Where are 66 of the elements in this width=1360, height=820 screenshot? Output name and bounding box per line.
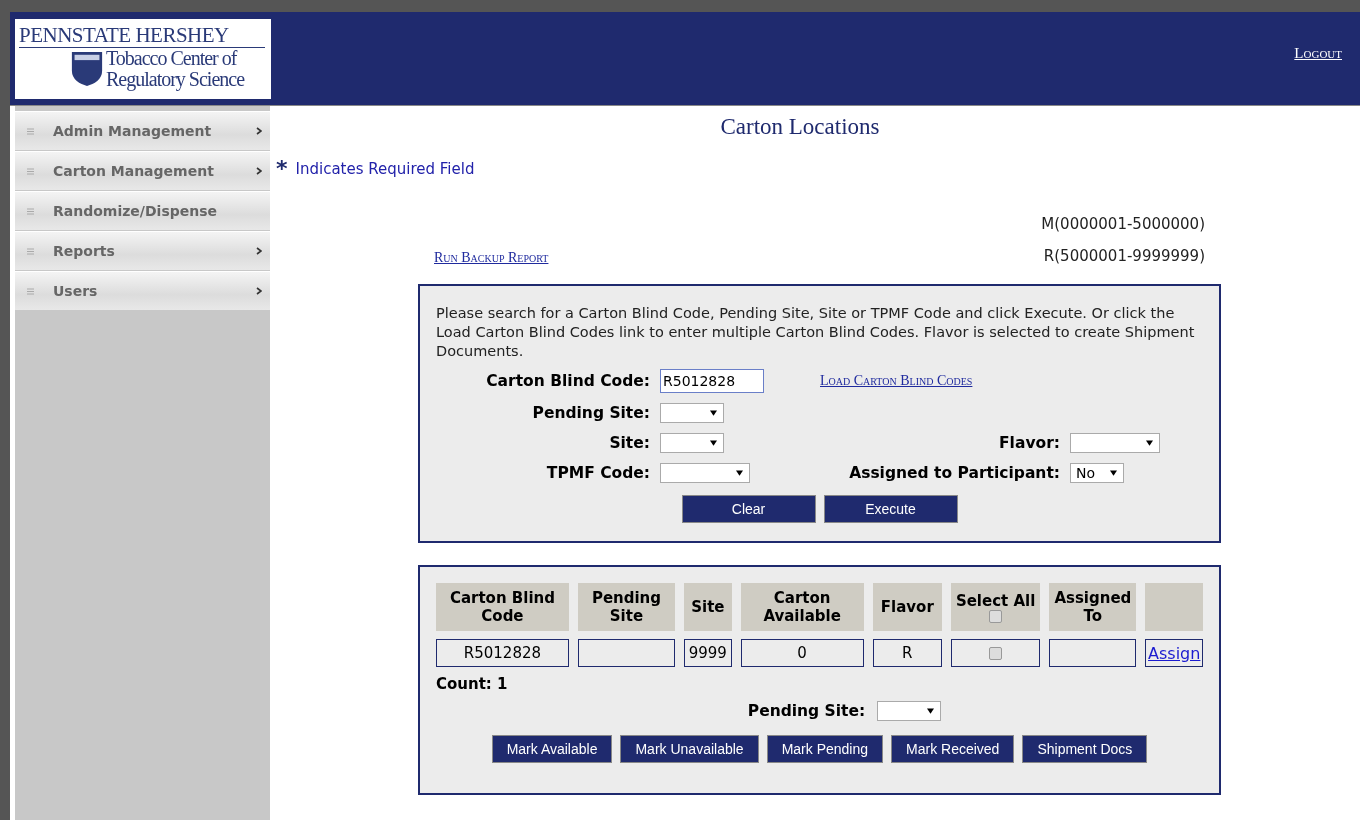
dropdown[interactable] [660, 403, 724, 423]
dropdown-arrow-icon [1110, 470, 1117, 476]
column-header: Carton Blind Code [436, 583, 569, 631]
grip-icon [27, 247, 34, 255]
action-button[interactable]: Clear [681, 495, 816, 523]
action-button[interactable]: Shipment Docs [1022, 735, 1148, 763]
column-header: Site [684, 583, 732, 631]
dropdown-arrow-icon [1146, 440, 1153, 446]
field-label: Carton Blind Code: [486, 372, 650, 390]
column-header: Pending Site [577, 583, 676, 631]
dropdown[interactable] [660, 463, 750, 483]
dropdown-arrow-icon [710, 410, 717, 416]
code-range: R(5000001-9999999) [1042, 246, 1205, 267]
sidebar-item[interactable]: Randomize/Dispense [15, 191, 270, 230]
assign-link[interactable]: Assign [1145, 639, 1203, 667]
page-title: Carton Locations [719, 114, 881, 140]
grip-icon [27, 287, 34, 295]
table-cell: R5012828 [436, 639, 569, 667]
dropdown-arrow-icon [927, 708, 935, 714]
sidebar-item[interactable]: Carton Management [15, 151, 270, 190]
sidebar-item[interactable]: Users [15, 271, 270, 310]
dropdown-arrow-icon [736, 470, 743, 476]
dropdown[interactable]: No [1070, 463, 1124, 483]
field-label: Pending Site: [747, 702, 866, 720]
logo-text: Regulatory Science [106, 68, 245, 90]
dropdown[interactable] [660, 433, 724, 453]
grip-icon [27, 127, 34, 135]
table-cell: 0 [740, 639, 864, 667]
table-cell: 9999 [684, 639, 732, 667]
load-codes-link[interactable]: Load Carton Blind Codes [820, 373, 973, 389]
field-label: TPMF Code: [546, 464, 650, 482]
field-label: Flavor: [999, 434, 1060, 452]
table-cell: R [872, 639, 942, 667]
column-header: Select All [951, 583, 1041, 631]
column-header: Carton Available [740, 583, 864, 631]
row-checkbox[interactable] [989, 646, 1003, 660]
dropdown[interactable] [877, 701, 942, 721]
sidebar-item[interactable]: Admin Management [15, 111, 270, 150]
action-button[interactable]: Mark Pending [766, 735, 883, 763]
grip-icon [27, 207, 34, 215]
dropdown-arrow-icon [710, 440, 717, 446]
instructions: Please search for a Carton Blind Code, Pending Site, Site or TPMF Code and click Execute. Or click the Load Carton Blind Codes link to enter multiple Carton Blind Codes. Flavor is selected to create Shipment Documents. [436, 304, 1196, 361]
column-header [1145, 583, 1203, 631]
field-label: Assigned to Participant: [849, 464, 1060, 482]
logout-link[interactable]: Logout [1294, 45, 1342, 62]
action-button[interactable]: Execute [823, 495, 958, 523]
required-asterisk: * [276, 162, 288, 176]
select-all-checkbox[interactable] [989, 609, 1003, 623]
backup-report-link[interactable]: Run Backup Report [434, 250, 549, 266]
column-header: Flavor [872, 583, 942, 631]
action-button[interactable]: Mark Received [891, 735, 1015, 763]
shield-icon [71, 50, 103, 87]
action-button[interactable]: Mark Unavailable [620, 735, 759, 763]
dropdown[interactable] [1070, 433, 1160, 453]
field-label: Site: [609, 434, 650, 452]
required-note: Indicates Required Field [295, 160, 475, 178]
logo-brand: PENNSTATE HERSHEY [19, 22, 265, 48]
result-count: Count: 1 [436, 675, 509, 693]
field-label: Pending Site: [532, 404, 650, 422]
column-header: Assigned To [1049, 583, 1137, 631]
sidebar-item[interactable]: Reports [15, 231, 270, 270]
logo-text: Tobacco Center of [106, 47, 239, 69]
grip-icon [27, 167, 34, 175]
code-range: M(0000001-5000000) [1041, 214, 1205, 235]
action-button[interactable]: Mark Available [491, 735, 613, 763]
code-field[interactable]: R5012828 [660, 369, 764, 393]
